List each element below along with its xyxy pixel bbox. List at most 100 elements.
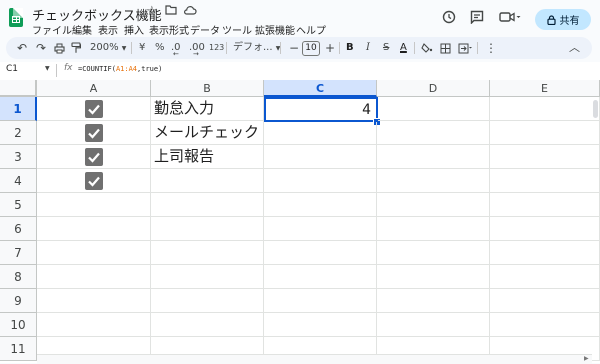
font-select[interactable]: デフォ... ▼	[233, 40, 280, 56]
cell-a4[interactable]	[37, 169, 151, 193]
checkbox-checked[interactable]	[85, 172, 103, 190]
name-box-dropdown-icon[interactable]: ▼	[45, 65, 50, 72]
cell-e3[interactable]	[490, 145, 600, 169]
name-box[interactable]: C1	[6, 64, 18, 74]
version-history-icon[interactable]	[442, 10, 456, 28]
cell-b7[interactable]	[151, 241, 264, 265]
row-header-4[interactable]: 4	[0, 169, 37, 193]
cell-c9[interactable]	[264, 289, 377, 313]
paint-format-icon[interactable]	[71, 40, 82, 56]
cell-c4[interactable]	[264, 169, 377, 193]
collapse-menus-icon[interactable]: ︿	[569, 40, 580, 56]
fill-color-icon[interactable]	[421, 40, 433, 56]
column-header-e[interactable]: E	[490, 80, 600, 97]
cell-e5[interactable]	[490, 193, 600, 217]
select-all-corner[interactable]	[0, 80, 37, 97]
print-icon[interactable]	[54, 40, 65, 56]
currency-button[interactable]: ¥	[139, 40, 145, 56]
row-header-3[interactable]: 3	[0, 145, 37, 169]
menu-format[interactable]: 表示形式	[149, 22, 189, 37]
cell-b1[interactable]: 勤怠入力	[151, 97, 264, 121]
comments-icon[interactable]	[470, 10, 484, 28]
decrease-decimal-button[interactable]: .0 ←	[171, 40, 181, 58]
row-header-1[interactable]: 1	[0, 97, 37, 121]
row-header-2[interactable]: 2	[0, 121, 37, 145]
cell-e8[interactable]	[490, 265, 600, 289]
cell-e7[interactable]	[490, 241, 600, 265]
cell-b8[interactable]	[151, 265, 264, 289]
move-folder-icon[interactable]	[165, 4, 177, 19]
font-size-increase-button[interactable]: +	[325, 40, 335, 56]
cell-b10[interactable]	[151, 313, 264, 337]
row-header-9[interactable]: 9	[0, 289, 37, 313]
vertical-scrollbar[interactable]	[593, 100, 598, 118]
menu-extensions[interactable]: 拡張機能	[255, 22, 295, 37]
cell-d5[interactable]	[377, 193, 490, 217]
cell-b9[interactable]	[151, 289, 264, 313]
cell-a2[interactable]	[37, 121, 151, 145]
scroll-right-icon[interactable]: ▶	[584, 355, 589, 362]
cell-d6[interactable]	[377, 217, 490, 241]
row-header-7[interactable]: 7	[0, 241, 37, 265]
more-formats-button[interactable]: 123	[209, 40, 224, 56]
cell-c5[interactable]	[264, 193, 377, 217]
column-header-d[interactable]: D	[377, 80, 490, 97]
formula-input[interactable]: =COUNTIF(A1:A4,true)	[78, 65, 162, 73]
star-icon[interactable]: ☆	[146, 4, 158, 19]
column-header-c[interactable]: C	[264, 80, 377, 97]
cell-d10[interactable]	[377, 313, 490, 337]
cell-d2[interactable]	[377, 121, 490, 145]
row-header-11[interactable]: 11	[0, 337, 37, 361]
cell-d8[interactable]	[377, 265, 490, 289]
cell-d1[interactable]	[378, 97, 490, 121]
cell-e10[interactable]	[490, 313, 600, 337]
percent-button[interactable]: %	[155, 40, 165, 56]
cell-c2[interactable]	[264, 122, 377, 145]
italic-button[interactable]: I	[366, 40, 370, 56]
menu-edit[interactable]: 編集	[72, 22, 92, 37]
checkbox-checked[interactable]	[85, 148, 103, 166]
cell-e2[interactable]	[490, 121, 600, 145]
cell-c3[interactable]	[264, 145, 377, 169]
meet-icon[interactable]	[499, 10, 521, 28]
row-header-10[interactable]: 10	[0, 313, 37, 337]
cell-b5[interactable]	[151, 193, 264, 217]
increase-decimal-button[interactable]: .00 →	[189, 40, 205, 58]
cell-d9[interactable]	[377, 289, 490, 313]
font-size-decrease-button[interactable]: −	[289, 40, 299, 56]
cell-a7[interactable]	[37, 241, 151, 265]
cell-d4[interactable]	[377, 169, 490, 193]
sheets-logo-icon[interactable]	[9, 8, 23, 27]
menu-file[interactable]: ファイル	[32, 22, 72, 37]
checkbox-checked[interactable]	[85, 124, 103, 142]
checkbox-checked[interactable]	[85, 100, 103, 118]
cell-d7[interactable]	[377, 241, 490, 265]
more-options-icon[interactable]: ⋮	[485, 40, 497, 56]
row-header-6[interactable]: 6	[0, 217, 37, 241]
bold-button[interactable]: B	[346, 40, 354, 56]
cell-e9[interactable]	[490, 289, 600, 313]
cell-c8[interactable]	[264, 265, 377, 289]
menu-data[interactable]: データ	[190, 22, 220, 37]
cell-e6[interactable]	[490, 217, 600, 241]
cell-a1[interactable]	[37, 97, 151, 121]
cloud-status-icon[interactable]	[183, 4, 197, 19]
cell-e4[interactable]	[490, 169, 600, 193]
cell-a5[interactable]	[37, 193, 151, 217]
cell-b2[interactable]: メールチェック	[151, 121, 264, 145]
undo-icon[interactable]: ↶	[17, 40, 27, 56]
cell-b3[interactable]: 上司報告	[151, 145, 264, 169]
cell-a3[interactable]	[37, 145, 151, 169]
cell-a8[interactable]	[37, 265, 151, 289]
row-header-5[interactable]: 5	[0, 193, 37, 217]
borders-icon[interactable]	[440, 40, 451, 56]
cell-e1[interactable]	[490, 97, 600, 121]
text-color-button[interactable]: A	[400, 40, 407, 56]
strikethrough-button[interactable]: S	[383, 40, 389, 56]
cell-a6[interactable]	[37, 217, 151, 241]
column-header-a[interactable]: A	[37, 80, 151, 97]
zoom-select[interactable]: 200% ▼	[90, 40, 126, 56]
cell-b6[interactable]	[151, 217, 264, 241]
cell-c7[interactable]	[264, 241, 377, 265]
menu-help[interactable]: ヘルプ	[296, 22, 326, 37]
